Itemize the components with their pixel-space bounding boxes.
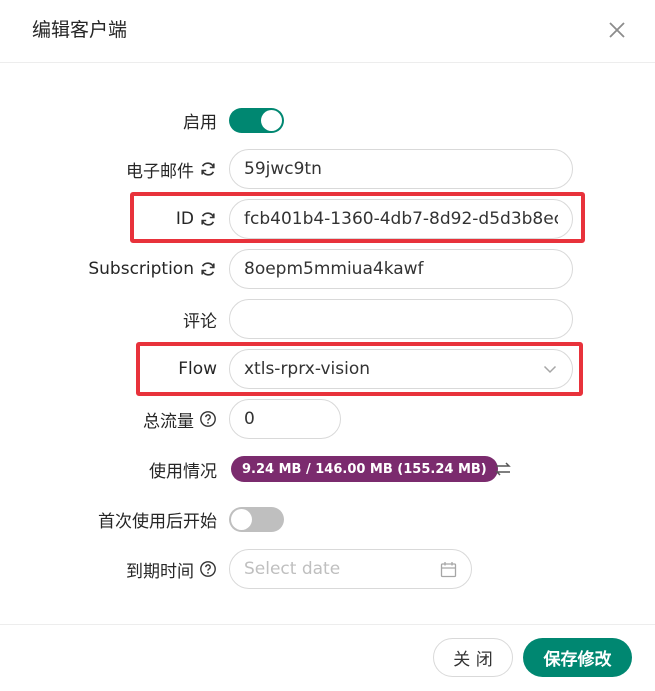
total-traffic-input[interactable]: [229, 399, 341, 439]
flow-selected-value: xtls-rprx-vision: [244, 359, 371, 379]
edit-client-dialog: 编辑客户端 启用 电子邮件 ID: [0, 0, 655, 690]
id-label: ID: [176, 199, 217, 239]
usage-row: 使用情况 9.24 MB / 146.00 MB (155.24 MB): [0, 449, 655, 489]
id-label-text: ID: [175, 209, 194, 229]
total-traffic-row: 总流量: [0, 399, 655, 439]
comment-row: 评论: [0, 299, 655, 339]
refresh-icon[interactable]: [199, 260, 217, 278]
usage-badge: 9.24 MB / 146.00 MB (155.24 MB): [231, 456, 498, 482]
flow-select[interactable]: xtls-rprx-vision: [229, 349, 573, 389]
close-button[interactable]: 关 闭: [433, 638, 513, 677]
switch-knob: [231, 509, 252, 530]
comment-input[interactable]: [229, 299, 573, 339]
comment-label-text: 评论: [183, 311, 217, 332]
email-input[interactable]: [229, 149, 573, 189]
dialog-footer: 关 闭 保存修改: [0, 624, 655, 691]
subscription-label-text: Subscription: [88, 259, 194, 279]
enable-switch[interactable]: [229, 108, 284, 133]
start-after-first-use-label-text: 首次使用后开始: [98, 511, 217, 532]
start-after-first-use-row: 首次使用后开始: [0, 499, 655, 539]
total-traffic-label: 总流量: [143, 399, 217, 439]
switch-knob: [261, 110, 282, 131]
refresh-icon[interactable]: [199, 210, 217, 228]
total-traffic-label-text: 总流量: [143, 411, 194, 432]
refresh-icon[interactable]: [199, 160, 217, 178]
chevron-down-icon: [543, 365, 557, 374]
question-circle-icon[interactable]: [199, 410, 217, 428]
flow-label-text: Flow: [178, 359, 217, 379]
expiry-placeholder: Select date: [244, 559, 341, 579]
save-button[interactable]: 保存修改: [523, 638, 632, 677]
subscription-row: Subscription: [0, 249, 655, 289]
expiry-label: 到期时间: [126, 549, 217, 589]
subscription-input[interactable]: [229, 249, 573, 289]
comment-label: 评论: [183, 299, 217, 339]
subscription-label: Subscription: [88, 249, 217, 289]
dialog-title: 编辑客户端: [32, 19, 128, 41]
usage-label-text: 使用情况: [149, 461, 217, 482]
swap-icon[interactable]: [494, 461, 512, 477]
id-input[interactable]: [229, 199, 573, 239]
start-after-first-use-switch[interactable]: [229, 507, 284, 532]
id-row: ID: [0, 199, 655, 239]
expiry-label-text: 到期时间: [126, 561, 194, 582]
email-row: 电子邮件: [0, 149, 655, 189]
email-label-text: 电子邮件: [126, 161, 194, 182]
dialog-header: 编辑客户端: [0, 0, 655, 63]
enable-label: 启用: [183, 100, 217, 140]
start-after-first-use-label: 首次使用后开始: [98, 499, 217, 539]
usage-label: 使用情况: [149, 449, 217, 489]
email-label: 电子邮件: [126, 149, 217, 189]
question-circle-icon[interactable]: [199, 560, 217, 578]
flow-label: Flow: [178, 349, 217, 389]
flow-row: Flow xtls-rprx-vision: [0, 349, 655, 389]
enable-label-text: 启用: [183, 112, 217, 133]
expiry-date-picker[interactable]: Select date: [229, 549, 472, 589]
enable-row: 启用: [0, 100, 655, 140]
expiry-row: 到期时间 Select date: [0, 549, 655, 589]
close-icon[interactable]: [605, 18, 629, 42]
calendar-icon: [440, 562, 457, 578]
